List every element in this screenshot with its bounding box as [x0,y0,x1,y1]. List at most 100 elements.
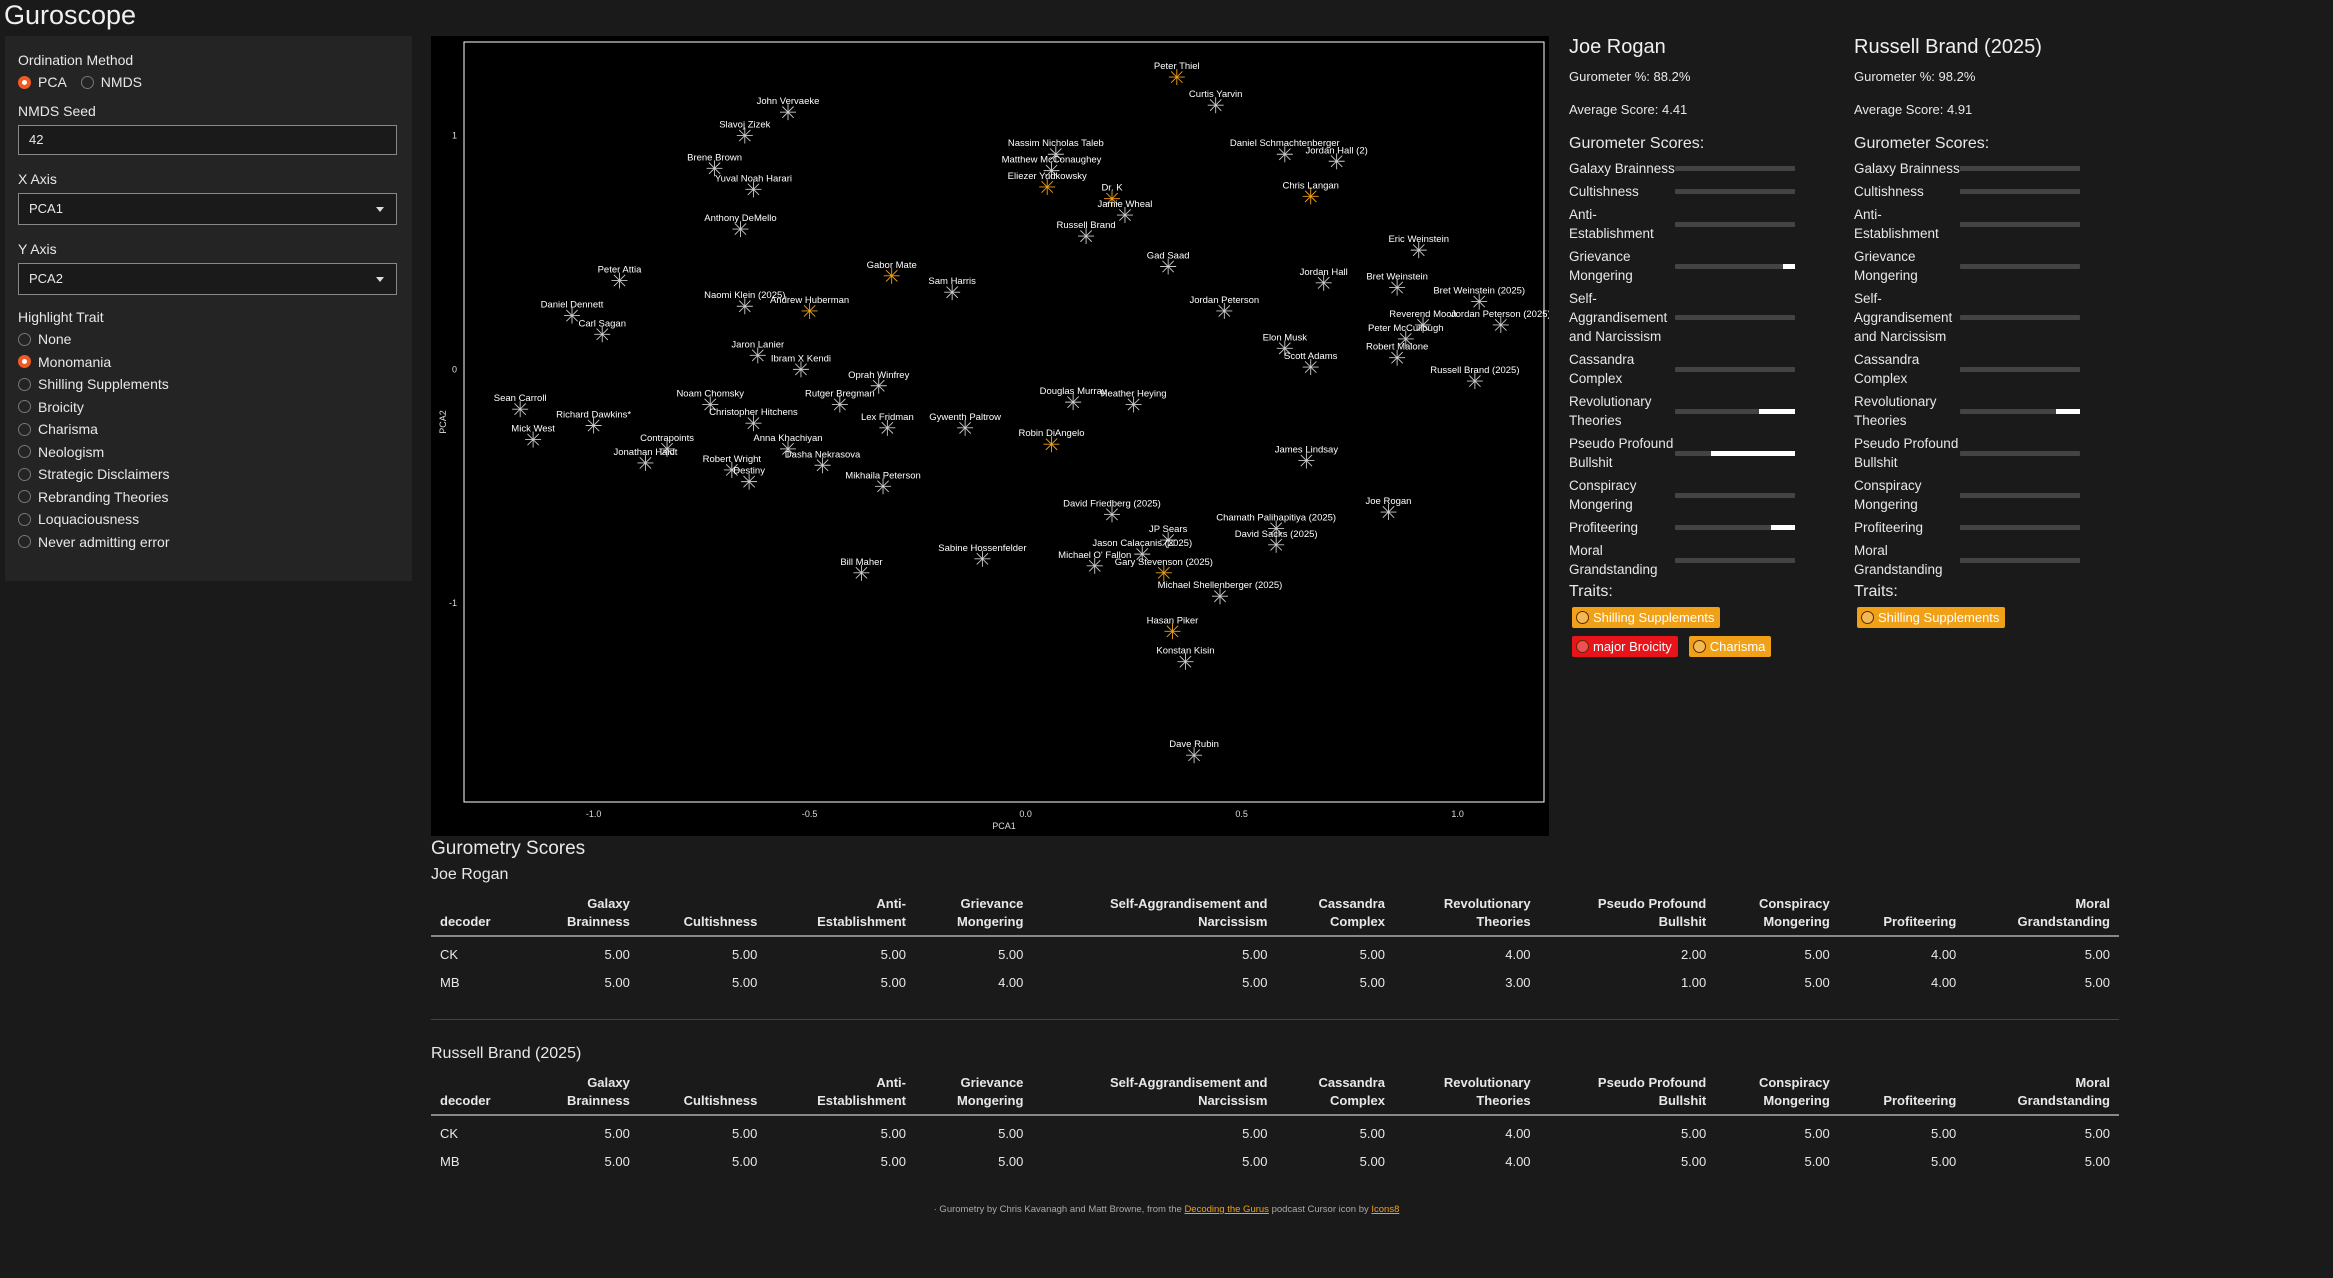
point-label: Lex Fridman [861,412,914,423]
scatter-point[interactable]: Mick West [511,424,555,448]
scatter-point[interactable]: Sean Carroll [494,393,547,418]
scatter-point[interactable]: Gary Stevenson (2025) [1115,557,1213,581]
scatter-point[interactable]: Anthony DeMello [704,213,777,238]
scatter-point[interactable]: Douglas Murray [1040,386,1107,411]
footer-credits: · Gurometry by Chris Kavanagh and Matt B… [0,1204,2333,1215]
highlight-option[interactable]: Never admitting error [18,534,399,550]
column-header: Cassandra Complex [1276,1072,1394,1116]
highlight-option[interactable]: Loquaciousness [18,511,399,527]
scatter-point[interactable]: Rutger Bregman [805,388,875,413]
scatter-point[interactable]: Richard Dawkins* [556,410,631,434]
scatter-point[interactable]: Sabine Hossenfelder [938,543,1027,567]
scatter-point[interactable]: Gad Saad [1147,250,1190,275]
scatter-point[interactable]: John Vervaeke [757,96,820,121]
score-bar [1960,525,2080,530]
scatter-point[interactable]: Jordan Peterson (2025) [1451,309,1549,333]
scatter-point[interactable]: Peter Thiel [1154,61,1200,86]
y-axis-select[interactable]: PCA2 [18,263,397,295]
scatter-point[interactable]: Andrew Huberman [770,295,849,319]
scatter-point[interactable]: Scott Adams [1284,351,1338,376]
scatter-point[interactable]: Bret Weinstein [1366,272,1428,296]
scatter-point[interactable]: David Friedberg (2025) [1063,498,1161,523]
scatter-point[interactable]: Jordan Hall [1300,267,1348,291]
radio-unselected-icon[interactable] [18,445,31,458]
column-header-text: Profiteering [1883,914,1957,929]
scatter-point[interactable]: Dave Rubin [1169,739,1219,764]
scatter-point[interactable]: Slavoj Zizek [719,120,771,144]
ordination-option-pca[interactable]: PCA [18,74,67,90]
column-header-text: Bullshit [1658,1093,1707,1108]
table-row: MB 5.00 5.00 5.00 4.00 5.00 5.00 3.00 1.00 5.00 4.… [431,965,2119,993]
radio-unselected-icon[interactable] [18,422,31,436]
radio-unselected-icon[interactable] [80,75,94,89]
scatter-point[interactable]: Robert Malone [1366,342,1428,366]
scatter-point[interactable]: Russell Brand (2025) [1430,365,1520,390]
scatter-point[interactable]: Michael Shellenberger (2025) [1158,580,1283,605]
icons8-link[interactable]: Icons8 [1371,1204,1399,1215]
scatter-point[interactable]: Jordan Hall (2) [1305,145,1368,170]
radio-unselected-icon[interactable] [18,490,31,503]
ordination-option-nmds[interactable]: NMDS [80,74,142,90]
scatter-point[interactable]: Jonathan Haidt [613,447,678,471]
scatter-point[interactable]: Ibram X Kendi [771,353,831,378]
score-label: Grievance Mongering [1854,249,1918,283]
scatter-point[interactable]: Yuval Noah Harari [715,173,792,198]
highlight-option[interactable]: Rebranding Theories [18,489,399,505]
pca-scatter-plot[interactable]: -1.0 -0.5 0.0 0.5 1.0 1 0 -1 Peter Thiel Curtis … [431,36,1549,836]
scatter-point[interactable]: Christopher Hitchens [709,407,798,432]
radio-unselected-icon[interactable] [18,400,31,413]
radio-selected-icon[interactable] [18,355,31,368]
scatter-point[interactable]: Peter Attia [598,265,643,289]
scatter-point[interactable]: Konstan Kisin [1156,646,1214,670]
scatter-point[interactable]: Sam Harris [928,276,976,301]
scatter-point[interactable]: Robin DiAngelo [1019,428,1085,453]
scatter-point[interactable]: Eric Weinstein [1388,234,1449,259]
trait-badges: Shilling Supplements major Broicity Charis… [1569,607,1829,665]
radio-unselected-icon[interactable] [18,535,31,548]
highlight-option[interactable]: None [18,331,399,347]
scatter-point[interactable]: Gywenth Paltrow [929,412,1001,436]
scatter-point[interactable]: James Lindsay [1275,445,1339,469]
radio-unselected-icon[interactable] [18,377,31,391]
scatter-point[interactable]: Mikhaila Peterson [845,470,921,495]
x-axis-select[interactable]: PCA1 [18,193,397,225]
scatter-point[interactable]: Carl Sagan [578,318,626,343]
highlight-option[interactable]: Charisma [18,421,399,437]
column-header-text: Mongering [956,1093,1024,1108]
radio-selected-icon[interactable] [18,75,31,89]
point-label: Russell Brand (2025) [1430,365,1519,376]
score-bar [1675,450,1795,456]
scatter-point[interactable]: David Sacks (2025) [1235,529,1318,553]
radio-unselected-icon[interactable] [18,467,31,481]
radio-unselected-icon[interactable] [18,332,31,346]
decoding-the-gurus-link[interactable]: Decoding the Gurus [1184,1204,1269,1215]
highlight-option[interactable]: Neologism [18,444,399,460]
scatter-point[interactable]: Eliezer Yudkowsky [1008,171,1087,195]
score-row: Self-Aggrandisement and Narcissism [1569,289,1829,346]
scatter-point[interactable]: Bret Weinstein (2025) [1433,286,1525,310]
scatter-point[interactable]: Destiny [733,466,765,490]
scatter-point[interactable]: Jordan Peterson [1189,295,1259,319]
radio-unselected-icon[interactable] [18,512,31,526]
scatter-point[interactable]: Curtis Yarvin [1189,89,1243,114]
scatter-point[interactable]: Bill Maher [840,557,883,581]
point-label: Matthew McConaughey [1002,155,1102,166]
score-label: Pseudo Profound Bullshit [1854,436,1959,470]
highlight-option[interactable]: Shilling Supplements [18,376,399,392]
scatter-point[interactable]: Russell Brand [1057,220,1116,245]
point-label: Heather Heying [1101,388,1167,399]
highlight-option[interactable]: Monomania [18,354,399,370]
highlight-option[interactable]: Strategic Disclaimers [18,466,399,482]
scatter-point[interactable]: Joe Rogan [1366,496,1412,521]
seed-input[interactable]: 42 [18,125,397,155]
scatter-svg[interactable]: -1.0 -0.5 0.0 0.5 1.0 1 0 -1 Peter Thiel Curtis … [431,36,1549,836]
scatter-point[interactable]: Lex Fridman [861,412,914,436]
highlight-option[interactable]: Broicity [18,399,399,415]
table-cell: 5.00 [1930,1126,1957,1141]
trait-badge-label: Shilling Supplements [1878,610,2000,625]
scatter-point[interactable]: Hasan Piker [1147,615,1199,640]
column-header-text: Bullshit [1658,914,1707,929]
scatter-point[interactable]: Heather Heying [1101,388,1167,413]
scatter-point[interactable]: Chris Langan [1282,180,1339,205]
scatter-point[interactable]: Gabor Mate [867,260,917,284]
